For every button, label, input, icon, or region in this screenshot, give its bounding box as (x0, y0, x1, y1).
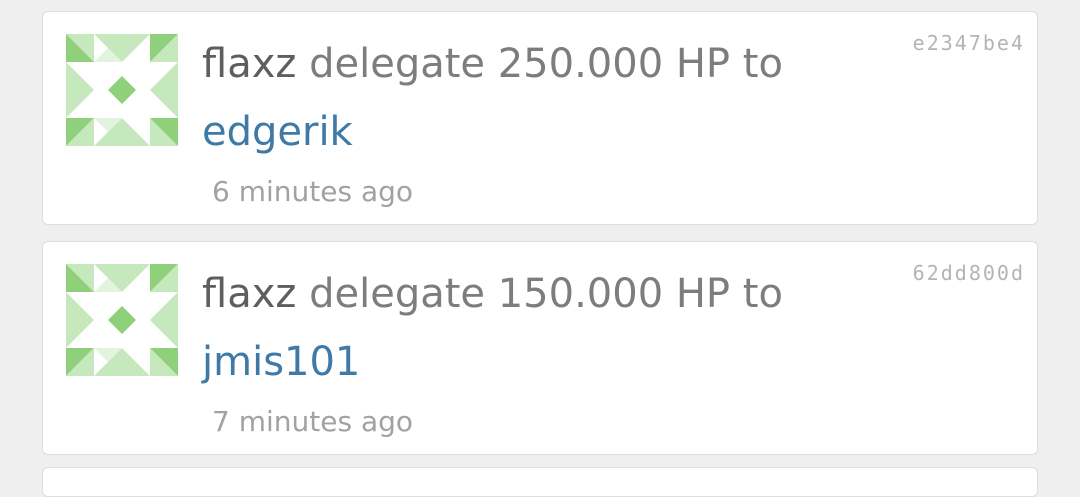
timestamp: 7 minutes ago (212, 405, 414, 438)
target-link[interactable]: edgerik (202, 104, 353, 160)
transaction-hash-link[interactable]: 62dd800d (913, 260, 1025, 286)
activity-text: flaxz delegate 150.000 HP to (202, 266, 783, 322)
action-text: delegate 250.000 HP to (309, 41, 783, 87)
author-link[interactable]: flaxz (202, 41, 296, 87)
feed-item-partial (42, 467, 1038, 497)
activity-text: flaxz delegate 250.000 HP to (202, 36, 783, 92)
author-link[interactable]: flaxz (202, 271, 296, 317)
target-link[interactable]: jmis101 (202, 334, 360, 390)
transaction-hash-link[interactable]: e2347be4 (913, 30, 1025, 56)
feed-item: flaxz delegate 150.000 HP to jmis101 7 m… (42, 241, 1038, 455)
identicon-icon[interactable] (66, 34, 178, 146)
identicon-icon[interactable] (66, 264, 178, 376)
action-text: delegate 150.000 HP to (309, 271, 783, 317)
feed-item: flaxz delegate 250.000 HP to edgerik 6 m… (42, 11, 1038, 225)
timestamp: 6 minutes ago (212, 175, 414, 208)
